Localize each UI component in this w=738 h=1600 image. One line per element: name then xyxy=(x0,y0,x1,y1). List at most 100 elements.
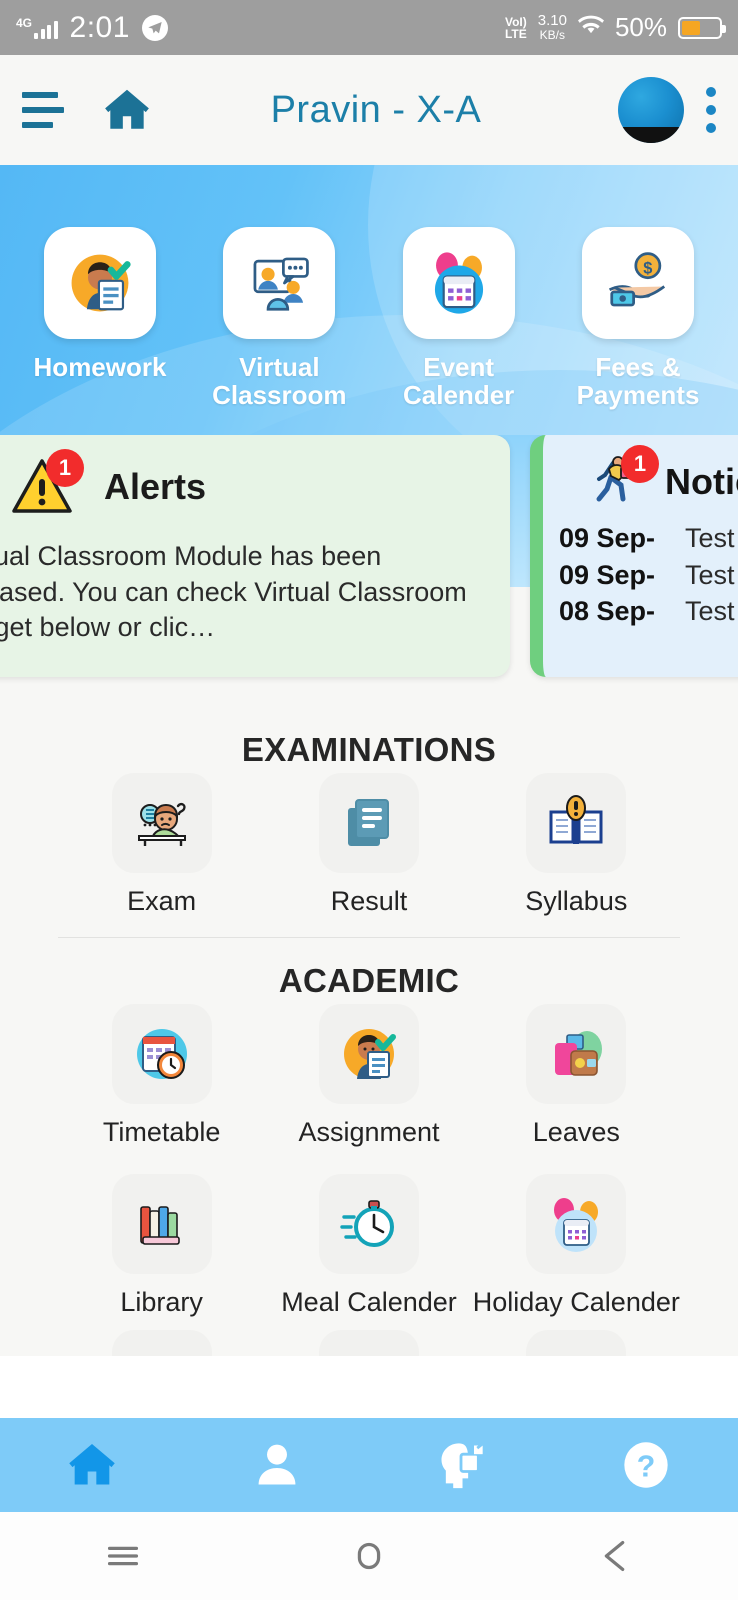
person-icon xyxy=(258,1444,296,1485)
notice-text: Test sach xyxy=(685,559,738,590)
main-content: EXAMINATIONS Exam Result Syllabus ACADEM… xyxy=(0,707,738,1356)
app-bar: Pravin - X-A xyxy=(0,55,738,165)
status-bar-right: VoI) LTE 3.10 KB/s 50% xyxy=(504,12,726,43)
cards-carousel[interactable]: 1 Alerts Virtual Classroom Module has be… xyxy=(0,435,738,707)
notice-badge: 1 xyxy=(621,445,659,483)
homework-icon xyxy=(44,227,156,339)
notice-list-item[interactable]: 09 Sep- Test sach xyxy=(559,558,738,593)
page-title: Pravin - X-A xyxy=(270,88,482,131)
grid-item-result[interactable]: Result xyxy=(265,773,472,921)
grid-item-timetable[interactable]: Timetable xyxy=(58,1004,265,1152)
circle-home-icon xyxy=(357,1542,381,1570)
telegram-notification-icon xyxy=(141,14,168,41)
grid-item-partial[interactable] xyxy=(58,1330,265,1356)
exam-student-icon xyxy=(111,773,212,873)
bottom-nav-learning[interactable] xyxy=(369,1439,554,1491)
svg-text:?: ? xyxy=(636,1451,655,1484)
quick-action-fees-payments[interactable]: $ Fees & Payments xyxy=(558,227,718,409)
grid-item-label: Holiday Calender xyxy=(472,1287,680,1317)
bottom-nav-help[interactable]: ? xyxy=(554,1439,738,1491)
syllabus-book-icon xyxy=(526,773,627,873)
alerts-card-header: 1 Alerts xyxy=(0,435,510,517)
volte-icon: VoI) LTE xyxy=(504,14,527,41)
virtual-classroom-icon xyxy=(223,227,336,339)
grid-item-label: Meal Calender xyxy=(281,1287,457,1317)
status-clock: 2:01 xyxy=(69,10,130,44)
notice-date: 09 Sep- xyxy=(559,559,656,590)
library-books-icon xyxy=(111,1174,212,1274)
grid-item-syllabus[interactable]: Syllabus xyxy=(473,773,680,921)
timetable-clock-icon xyxy=(111,1004,212,1104)
alerts-card[interactable]: 1 Alerts Virtual Classroom Module has be… xyxy=(0,435,510,677)
home-icon xyxy=(69,1443,115,1485)
grid-item-holiday-calender[interactable]: Holiday Calender xyxy=(473,1174,680,1322)
alerts-badge: 1 xyxy=(46,449,84,487)
notice-card-title: Notice xyxy=(665,461,738,502)
grid-item-partial[interactable] xyxy=(265,1330,472,1356)
notice-text: Test xyxy=(685,523,735,553)
examinations-grid: Exam Result Syllabus xyxy=(0,773,738,921)
fees-payments-icon: $ xyxy=(581,227,694,339)
battery-percent-label: 50% xyxy=(614,12,667,42)
grid-item-label: Timetable xyxy=(102,1117,221,1147)
grid-item-leaves[interactable]: Leaves xyxy=(473,1004,680,1152)
grid-item-label: Syllabus xyxy=(525,886,628,916)
quick-action-event-calendar[interactable]: Event Calender xyxy=(379,227,539,409)
battery-icon xyxy=(678,16,726,39)
question-mark-icon: ? xyxy=(624,1442,668,1488)
data-rate-indicator: 3.10 KB/s xyxy=(537,12,567,43)
grid-item-label: Result xyxy=(330,886,408,916)
quick-action-label: Event Calender xyxy=(403,352,515,411)
alerts-card-title: Alerts xyxy=(104,466,207,507)
quick-action-virtual-classroom[interactable]: Virtual Classroom xyxy=(199,227,359,409)
result-document-icon xyxy=(318,773,419,873)
back-arrow-icon xyxy=(604,1540,625,1572)
grid-item-exam[interactable]: Exam xyxy=(58,773,265,921)
user-avatar[interactable] xyxy=(618,77,684,143)
grid-item-assignment[interactable]: Assignment xyxy=(265,1004,472,1152)
notice-card[interactable]: 1 Notice 09 Sep- Test 09 Sep- Test sach … xyxy=(530,435,738,677)
grid-item-label: Leaves xyxy=(532,1117,620,1147)
warning-triangle-icon: 1 xyxy=(10,449,84,517)
notice-date: 08 Sep- xyxy=(559,596,656,627)
notice-list: 09 Sep- Test 09 Sep- Test sach 08 Sep- T… xyxy=(543,511,738,629)
academic-grid-row-1: Timetable Assignment Leaves xyxy=(0,1004,738,1152)
notice-date: 09 Sep- xyxy=(559,523,656,553)
notice-text: Test tesi xyxy=(685,596,738,627)
status-bar-left: 4G 2:01 xyxy=(16,11,168,45)
section-title-academic: ACADEMIC xyxy=(278,962,460,999)
bottom-nav-profile[interactable] xyxy=(185,1439,370,1491)
grid-item-partial[interactable] xyxy=(473,1330,680,1356)
grid-item-library[interactable]: Library xyxy=(58,1174,265,1322)
alerts-card-message: Virtual Classroom Module has been releas… xyxy=(0,541,467,643)
quick-action-label: Virtual Classroom xyxy=(212,352,347,411)
grid-item-meal-calender[interactable]: Meal Calender xyxy=(265,1174,472,1322)
bottom-navigation-bar: ? xyxy=(0,1418,738,1512)
system-navigation-bar xyxy=(0,1512,738,1600)
notice-list-item[interactable]: 08 Sep- Test tesi xyxy=(559,594,738,629)
quick-action-label: Fees & Payments xyxy=(576,352,700,411)
grid-item-label: Library xyxy=(120,1287,203,1317)
head-puzzle-icon xyxy=(441,1442,484,1489)
notice-list-item[interactable]: 09 Sep- Test xyxy=(559,521,738,556)
wifi-icon xyxy=(577,14,604,41)
hamburger-icon[interactable] xyxy=(22,92,64,128)
grid-item-label: Exam xyxy=(127,886,197,916)
bottom-nav-home[interactable] xyxy=(0,1439,185,1491)
system-nav-home[interactable] xyxy=(246,1536,492,1576)
meal-stopwatch-icon xyxy=(318,1174,419,1274)
event-calendar-icon xyxy=(402,227,515,339)
section-title-examinations: EXAMINATIONS xyxy=(241,731,497,768)
system-nav-back[interactable] xyxy=(492,1536,738,1576)
quick-actions-row: Homework Virtual Classroom Event Calende… xyxy=(0,165,738,409)
status-bar: 4G 2:01 VoI) LTE 3.10 KB/s 50% xyxy=(0,0,738,55)
signal-strength-icon: 4G xyxy=(16,16,58,39)
kebab-menu-icon[interactable] xyxy=(706,87,716,133)
quick-action-homework[interactable]: Homework xyxy=(20,227,180,409)
hero-banner: Homework Virtual Classroom Event Calende… xyxy=(0,165,738,435)
system-nav-recents[interactable] xyxy=(0,1536,246,1576)
holiday-calendar-icon xyxy=(526,1174,627,1274)
network-generation-label: 4G xyxy=(16,16,33,30)
running-delivery-icon: 1 xyxy=(587,445,659,511)
academic-grid-row-2: Library Meal Calender Holiday Calender xyxy=(0,1152,738,1322)
